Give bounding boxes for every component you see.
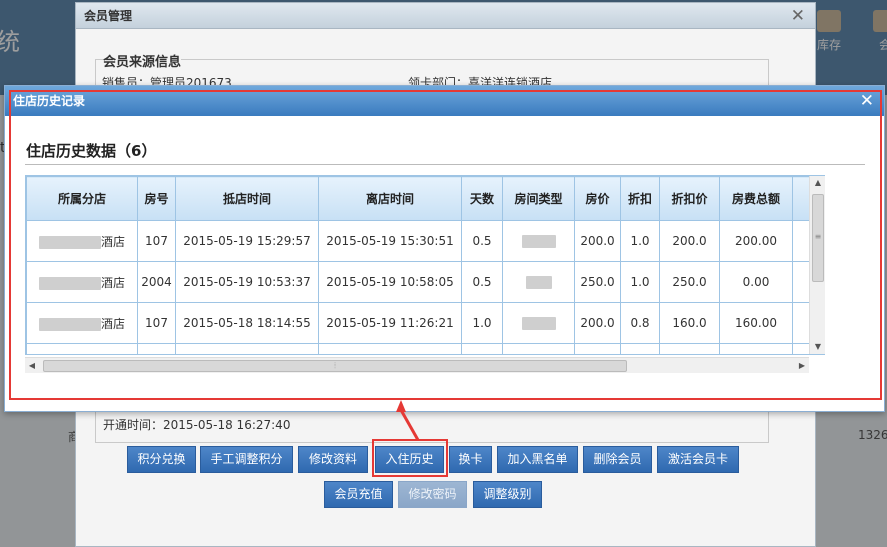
cell-discount xyxy=(620,343,660,354)
col-checkout[interactable]: 离店时间 xyxy=(318,176,462,221)
delete-member-button[interactable]: 删除会员 xyxy=(583,446,652,473)
points-redeem-button[interactable]: 积分兑换 xyxy=(127,446,196,473)
table-row[interactable]: 酒店 107 2015-05-18 18:14:55 2015-05-19 11… xyxy=(26,302,824,344)
member-source-legend: 会员来源信息 xyxy=(103,51,182,70)
redacted-text xyxy=(38,276,101,290)
table-row[interactable] xyxy=(26,343,824,354)
change-password-button[interactable]: 修改密码 xyxy=(398,481,467,508)
redacted-text xyxy=(525,276,552,289)
redacted-text xyxy=(521,235,556,248)
cell-total: 160.00 xyxy=(719,302,793,344)
scroll-down-icon[interactable]: ▼ xyxy=(810,340,826,354)
cell-days: 1.0 xyxy=(461,302,503,344)
cell-total: 200.00 xyxy=(719,220,793,262)
col-checkin[interactable]: 抵店时间 xyxy=(175,176,319,221)
scroll-up-icon[interactable]: ▲ xyxy=(810,176,826,190)
cell-discount-price: 200.0 xyxy=(659,220,720,262)
cell-price: 200.0 xyxy=(574,220,621,262)
vertical-scroll-thumb[interactable]: ≡ xyxy=(812,194,824,282)
highlight-box xyxy=(372,439,448,477)
cell-room: 2004 xyxy=(137,261,176,303)
stay-history-title: 住店历史记录 xyxy=(13,94,86,108)
branch-suffix: 酒店 xyxy=(100,275,125,290)
cell-checkin: 2015-05-19 15:29:57 xyxy=(175,220,319,262)
cell-total: 0.00 xyxy=(719,261,793,303)
cell-checkin: 2015-05-18 18:14:55 xyxy=(175,302,319,344)
cell-branch xyxy=(26,343,138,354)
adjust-level-button[interactable]: 调整级别 xyxy=(473,481,542,508)
activate-card-button[interactable]: 激活会员卡 xyxy=(657,446,739,473)
col-discount-price[interactable]: 折扣价 xyxy=(659,176,720,221)
cell-price xyxy=(574,343,621,354)
add-blacklist-button[interactable]: 加入黑名单 xyxy=(497,446,578,473)
col-total[interactable]: 房费总额 xyxy=(719,176,793,221)
branch-suffix: 酒店 xyxy=(100,316,125,331)
cell-days: 0.5 xyxy=(461,261,503,303)
close-icon[interactable]: ✕ xyxy=(860,91,874,111)
cell-checkout xyxy=(318,343,462,354)
cell-room: 107 xyxy=(137,220,176,262)
redacted-text xyxy=(38,317,101,331)
member-dialog-header: 会员管理 ✕ xyxy=(76,3,815,29)
cell-checkin xyxy=(175,343,319,354)
cell-room-type xyxy=(502,343,575,354)
col-discount[interactable]: 折扣 xyxy=(620,176,660,221)
cell-room-type xyxy=(502,261,575,303)
stay-history-header: 住店历史记录 ✕ xyxy=(5,86,884,116)
manual-adjust-points-button[interactable]: 手工调整积分 xyxy=(200,446,293,473)
heading-divider xyxy=(25,164,865,165)
cell-discount: 1.0 xyxy=(620,220,660,262)
member-recharge-button[interactable]: 会员充值 xyxy=(324,481,393,508)
cell-room xyxy=(137,343,176,354)
cell-room: 107 xyxy=(137,302,176,344)
stay-history-heading: 住店历史数据（6） xyxy=(26,142,157,160)
cell-discount-price: 250.0 xyxy=(659,261,720,303)
table-row[interactable]: 酒店 2004 2015-05-19 10:53:37 2015-05-19 1… xyxy=(26,261,824,303)
cell-days: 0.5 xyxy=(461,220,503,262)
edit-profile-button[interactable]: 修改资料 xyxy=(298,446,368,473)
cell-discount-price xyxy=(659,343,720,354)
cell-discount-price: 160.0 xyxy=(659,302,720,344)
member-dialog-title: 会员管理 xyxy=(84,9,133,23)
cell-branch: 酒店 xyxy=(26,261,138,303)
annotation-arrow-icon xyxy=(396,400,420,441)
cell-branch: 酒店 xyxy=(26,302,138,344)
close-icon[interactable]: ✕ xyxy=(791,6,805,26)
cell-checkout: 2015-05-19 10:58:05 xyxy=(318,261,462,303)
col-days[interactable]: 天数 xyxy=(461,176,503,221)
col-room-type[interactable]: 房间类型 xyxy=(502,176,575,221)
open-time: 开通时间：2015-05-18 16:27:40 xyxy=(103,418,291,432)
scroll-left-icon[interactable]: ◀ xyxy=(25,358,39,374)
cell-room-type xyxy=(502,220,575,262)
vertical-scrollbar[interactable]: ▲ ≡ ▼ xyxy=(809,176,825,354)
cell-discount: 1.0 xyxy=(620,261,660,303)
change-card-button[interactable]: 换卡 xyxy=(449,446,492,473)
cell-price: 200.0 xyxy=(574,302,621,344)
table-row[interactable]: 酒店 107 2015-05-19 15:29:57 2015-05-19 15… xyxy=(26,220,824,262)
scroll-right-icon[interactable]: ▶ xyxy=(795,358,809,374)
cell-branch: 酒店 xyxy=(26,220,138,262)
grid-header-row: 所属分店 房号 抵店时间 离店时间 天数 房间类型 房价 折扣 折扣价 房费总额… xyxy=(26,176,824,221)
redacted-text xyxy=(521,317,556,330)
cell-price: 250.0 xyxy=(574,261,621,303)
stay-history-grid: 所属分店 房号 抵店时间 离店时间 天数 房间类型 房价 折扣 折扣价 房费总额… xyxy=(25,175,825,355)
cell-total xyxy=(719,343,793,354)
cell-checkout: 2015-05-19 11:26:21 xyxy=(318,302,462,344)
cell-checkout: 2015-05-19 15:30:51 xyxy=(318,220,462,262)
cell-room-type xyxy=(502,302,575,344)
col-branch[interactable]: 所属分店 xyxy=(26,176,138,221)
cell-discount: 0.8 xyxy=(620,302,660,344)
branch-suffix: 酒店 xyxy=(100,234,125,249)
col-room[interactable]: 房号 xyxy=(137,176,176,221)
cell-days xyxy=(461,343,503,354)
cell-checkin: 2015-05-19 10:53:37 xyxy=(175,261,319,303)
horizontal-scrollbar[interactable]: ◀ ⦙ ▶ xyxy=(25,357,809,373)
redacted-text xyxy=(38,235,101,249)
horizontal-scroll-thumb[interactable]: ⦙ xyxy=(43,360,627,372)
col-price[interactable]: 房价 xyxy=(574,176,621,221)
